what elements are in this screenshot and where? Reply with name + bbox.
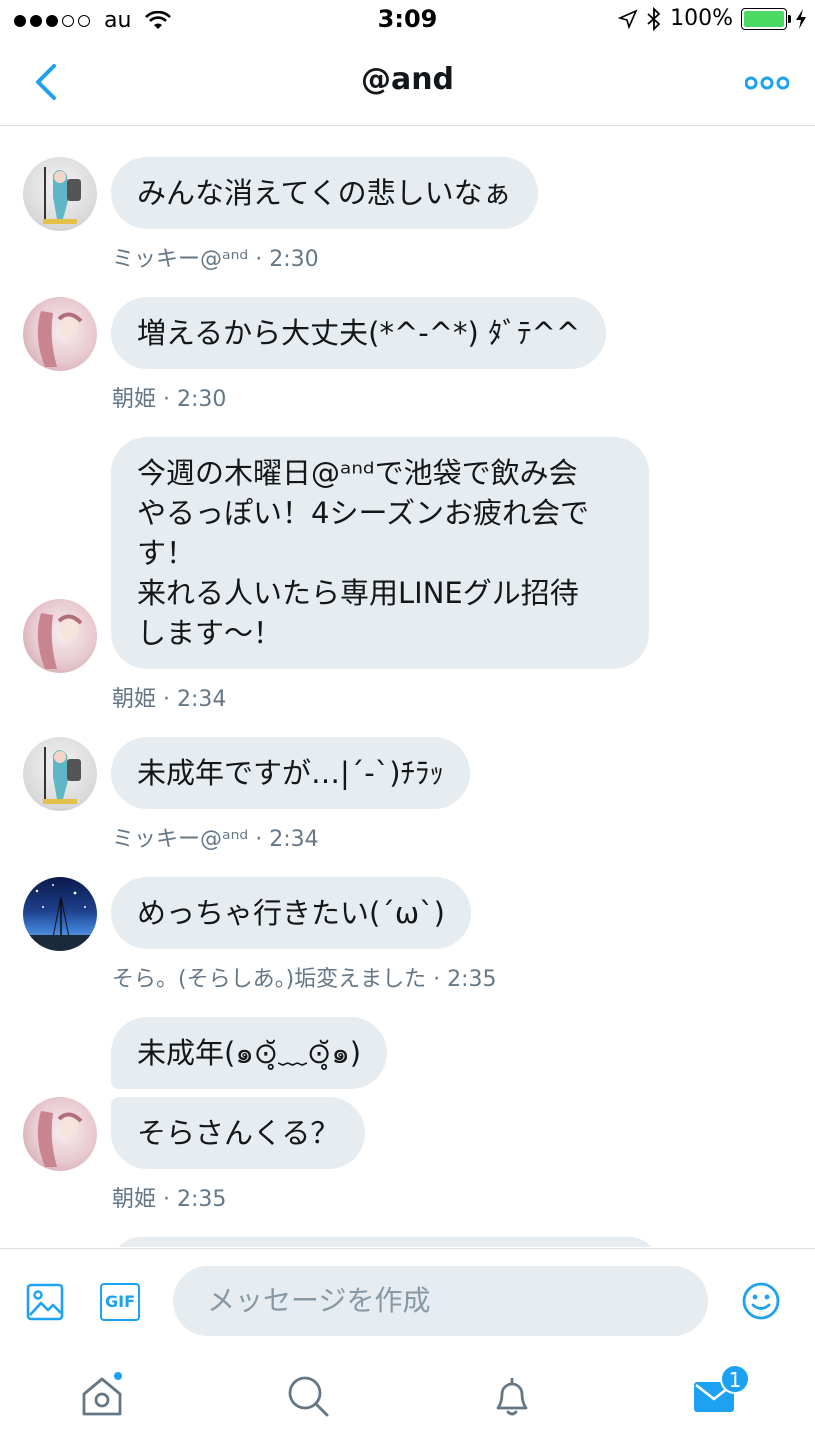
tab-notifications[interactable] xyxy=(490,1374,534,1422)
avatar[interactable] xyxy=(23,157,97,231)
message-bubble[interactable]: めっちゃ行きたい(´ω`) xyxy=(111,877,471,949)
tab-bar: 1 xyxy=(0,1352,815,1448)
message-composer: GIF メッセージを作成 xyxy=(0,1248,815,1352)
message-thread[interactable]: みんな消えてくの悲しいなぁ ミッキー@ᵃⁿᵈ · 2:30 増えるから大丈夫(*… xyxy=(0,127,815,1247)
message-bubble[interactable]: 増えるから大丈夫(*^-^*) ﾀﾞﾃ^^ xyxy=(111,297,607,369)
image-icon[interactable] xyxy=(26,1283,64,1321)
avatar[interactable] xyxy=(23,297,97,371)
battery-icon xyxy=(741,7,791,30)
tab-messages[interactable]: 1 xyxy=(692,1364,750,1422)
pink-hair-character-avatar-icon xyxy=(37,1111,83,1167)
message-bubble[interactable]: 未成年ですが…|´-`)ﾁﾗｯ xyxy=(111,737,471,809)
status-right: 100% xyxy=(618,6,807,31)
conversation-title: @and xyxy=(360,62,455,97)
starry-sky-avatar-icon xyxy=(23,884,97,951)
charging-icon xyxy=(796,8,806,29)
anime-character-avatar-icon xyxy=(43,167,81,224)
avatar[interactable] xyxy=(23,1097,97,1171)
home-new-dot xyxy=(112,1370,124,1382)
gif-button[interactable]: GIF xyxy=(100,1283,140,1321)
message-bubble[interactable]: そらさんくる？ xyxy=(111,1097,366,1169)
gif-label: GIF xyxy=(104,1292,135,1311)
message-input[interactable]: メッセージを作成 xyxy=(173,1266,708,1336)
message-bubble[interactable]: みんな消えてくの悲しいなぁ xyxy=(111,157,538,229)
pink-hair-character-avatar-icon xyxy=(37,311,83,367)
avatar[interactable] xyxy=(23,737,97,811)
message-bubble[interactable]: 未成年(๑⊙̥̆﹏⊙̥̆๑) xyxy=(111,1017,388,1089)
pink-hair-character-avatar-icon xyxy=(37,613,83,669)
search-icon xyxy=(288,1376,329,1417)
messages-badge: 1 xyxy=(720,1364,750,1394)
anime-character-avatar-icon xyxy=(43,747,81,804)
message-meta: 朝姫 · 2:34 xyxy=(112,687,227,712)
location-icon xyxy=(618,8,638,29)
avatar[interactable] xyxy=(23,599,97,673)
message-meta: 朝姫 · 2:30 xyxy=(112,387,227,412)
message-meta: そら。(そらしあ。)垢変えました · 2:35 xyxy=(112,967,497,992)
message-bubble[interactable]: 今週の木曜日@ᵃⁿᵈで池袋で飲み会 やるっぽい！4シーズンお疲れ会で す！ 来れ… xyxy=(111,437,649,669)
battery-percent: 100% xyxy=(670,6,733,31)
conversation-header: @and xyxy=(0,40,815,126)
bell-icon xyxy=(496,1378,528,1416)
emoji-icon[interactable] xyxy=(741,1281,781,1321)
avatar[interactable] xyxy=(23,877,97,951)
message-meta: ミッキー@ᵃⁿᵈ · 2:30 xyxy=(112,247,319,272)
status-bar: au 3:09 100% xyxy=(0,0,815,40)
more-options-icon[interactable] xyxy=(745,72,789,94)
message-meta: ミッキー@ᵃⁿᵈ · 2:34 xyxy=(112,827,319,852)
tab-search[interactable] xyxy=(286,1374,330,1422)
bluetooth-icon xyxy=(647,6,661,31)
message-meta: 朝姫 · 2:35 xyxy=(112,1187,227,1212)
message-bubble-partial[interactable] xyxy=(111,1237,659,1247)
tab-home[interactable] xyxy=(80,1370,124,1422)
